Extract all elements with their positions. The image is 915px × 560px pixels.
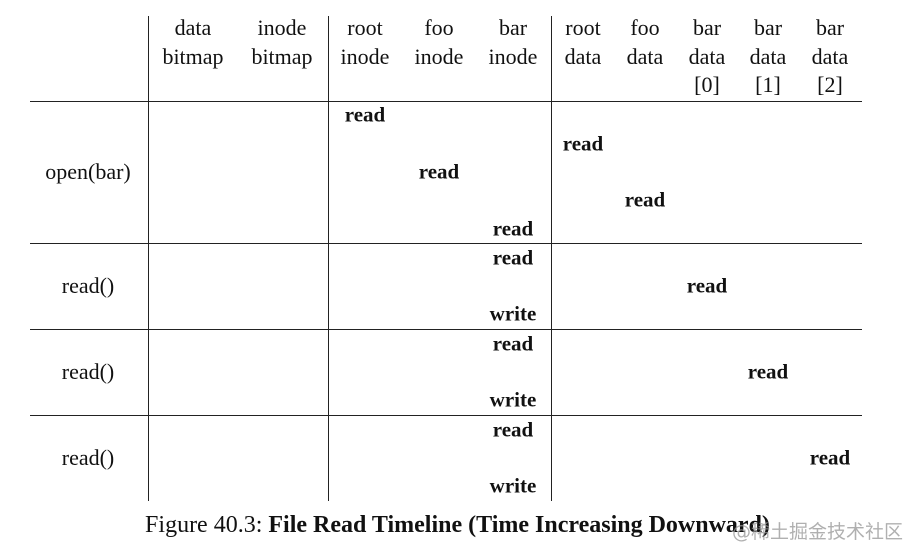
column-header: bar data [2] <box>790 14 870 100</box>
column-divider <box>148 16 150 501</box>
caption-prefix: Figure 40.3: <box>145 512 269 538</box>
row-label: read() <box>61 273 115 298</box>
timeline-event: read <box>686 273 728 298</box>
row-label: read() <box>61 445 115 470</box>
column-divider <box>328 16 330 501</box>
timeline-event: write <box>489 301 537 326</box>
column-header-line: bitmap <box>162 43 224 69</box>
column-header-line: foo <box>424 15 454 40</box>
column-header-line: root <box>347 15 383 40</box>
watermark: @稀土掘金技术社区 <box>732 521 904 543</box>
timeline-event: read <box>492 216 534 241</box>
column-header-line: [2] <box>817 72 843 97</box>
timeline-event: read <box>747 359 789 384</box>
column-header-line: data <box>811 43 849 69</box>
column-header: foo inode <box>399 14 479 71</box>
column-header: root inode <box>325 14 405 71</box>
column-header-line: inode <box>488 43 538 69</box>
timeline-event: read <box>492 331 534 356</box>
timeline-event: read <box>492 417 534 442</box>
timeline-event: read <box>344 102 386 127</box>
column-header-line: bitmap <box>251 43 313 69</box>
timeline-event: read <box>624 187 666 212</box>
timeline-event: read <box>492 245 534 270</box>
figure: data bitmap inode bitmap root inode foo inode ba… <box>0 0 915 560</box>
timeline-event: write <box>489 473 537 498</box>
column-header-line: inode <box>257 15 307 40</box>
timeline-event: read <box>809 445 851 470</box>
column-divider <box>551 16 553 501</box>
timeline-event: read <box>418 159 460 184</box>
timeline-event: write <box>489 387 537 412</box>
column-header-line: inode <box>340 43 390 69</box>
timeline-event: read <box>562 131 604 156</box>
row-divider <box>30 243 862 245</box>
row-label: open(bar) <box>45 159 131 184</box>
row-label: read() <box>61 359 115 384</box>
column-header-line: bar <box>498 15 528 40</box>
row-divider <box>30 415 862 417</box>
column-header-line: data <box>174 15 212 40</box>
caption-title: File Read Timeline (Time Increasing Down… <box>268 512 770 538</box>
column-header: bar inode <box>473 14 553 71</box>
row-divider <box>30 329 862 331</box>
row-divider <box>30 101 862 103</box>
column-header-line: bar <box>815 15 845 40</box>
column-header: inode bitmap <box>242 14 322 71</box>
column-header: data bitmap <box>153 14 233 71</box>
column-header-line: inode <box>414 43 464 69</box>
